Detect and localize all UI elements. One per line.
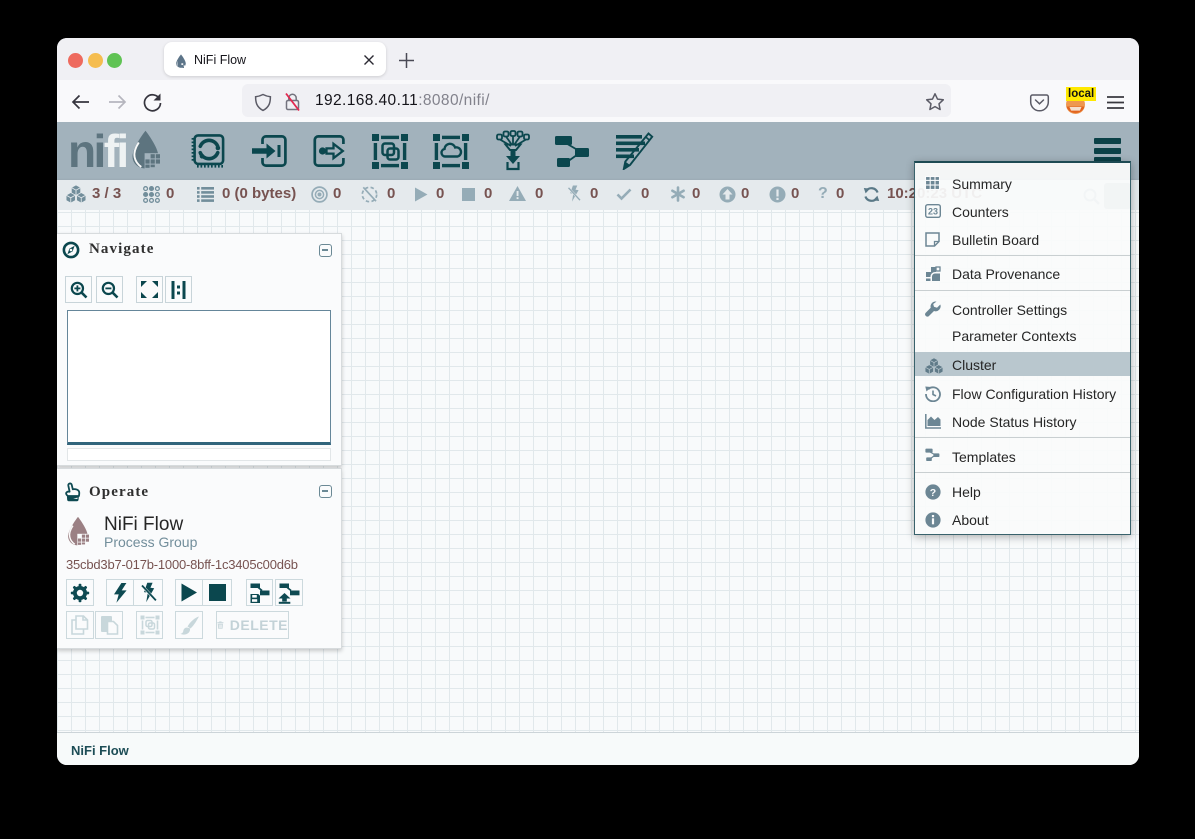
svg-text:23: 23: [928, 206, 938, 216]
svg-text:?: ?: [930, 487, 936, 499]
